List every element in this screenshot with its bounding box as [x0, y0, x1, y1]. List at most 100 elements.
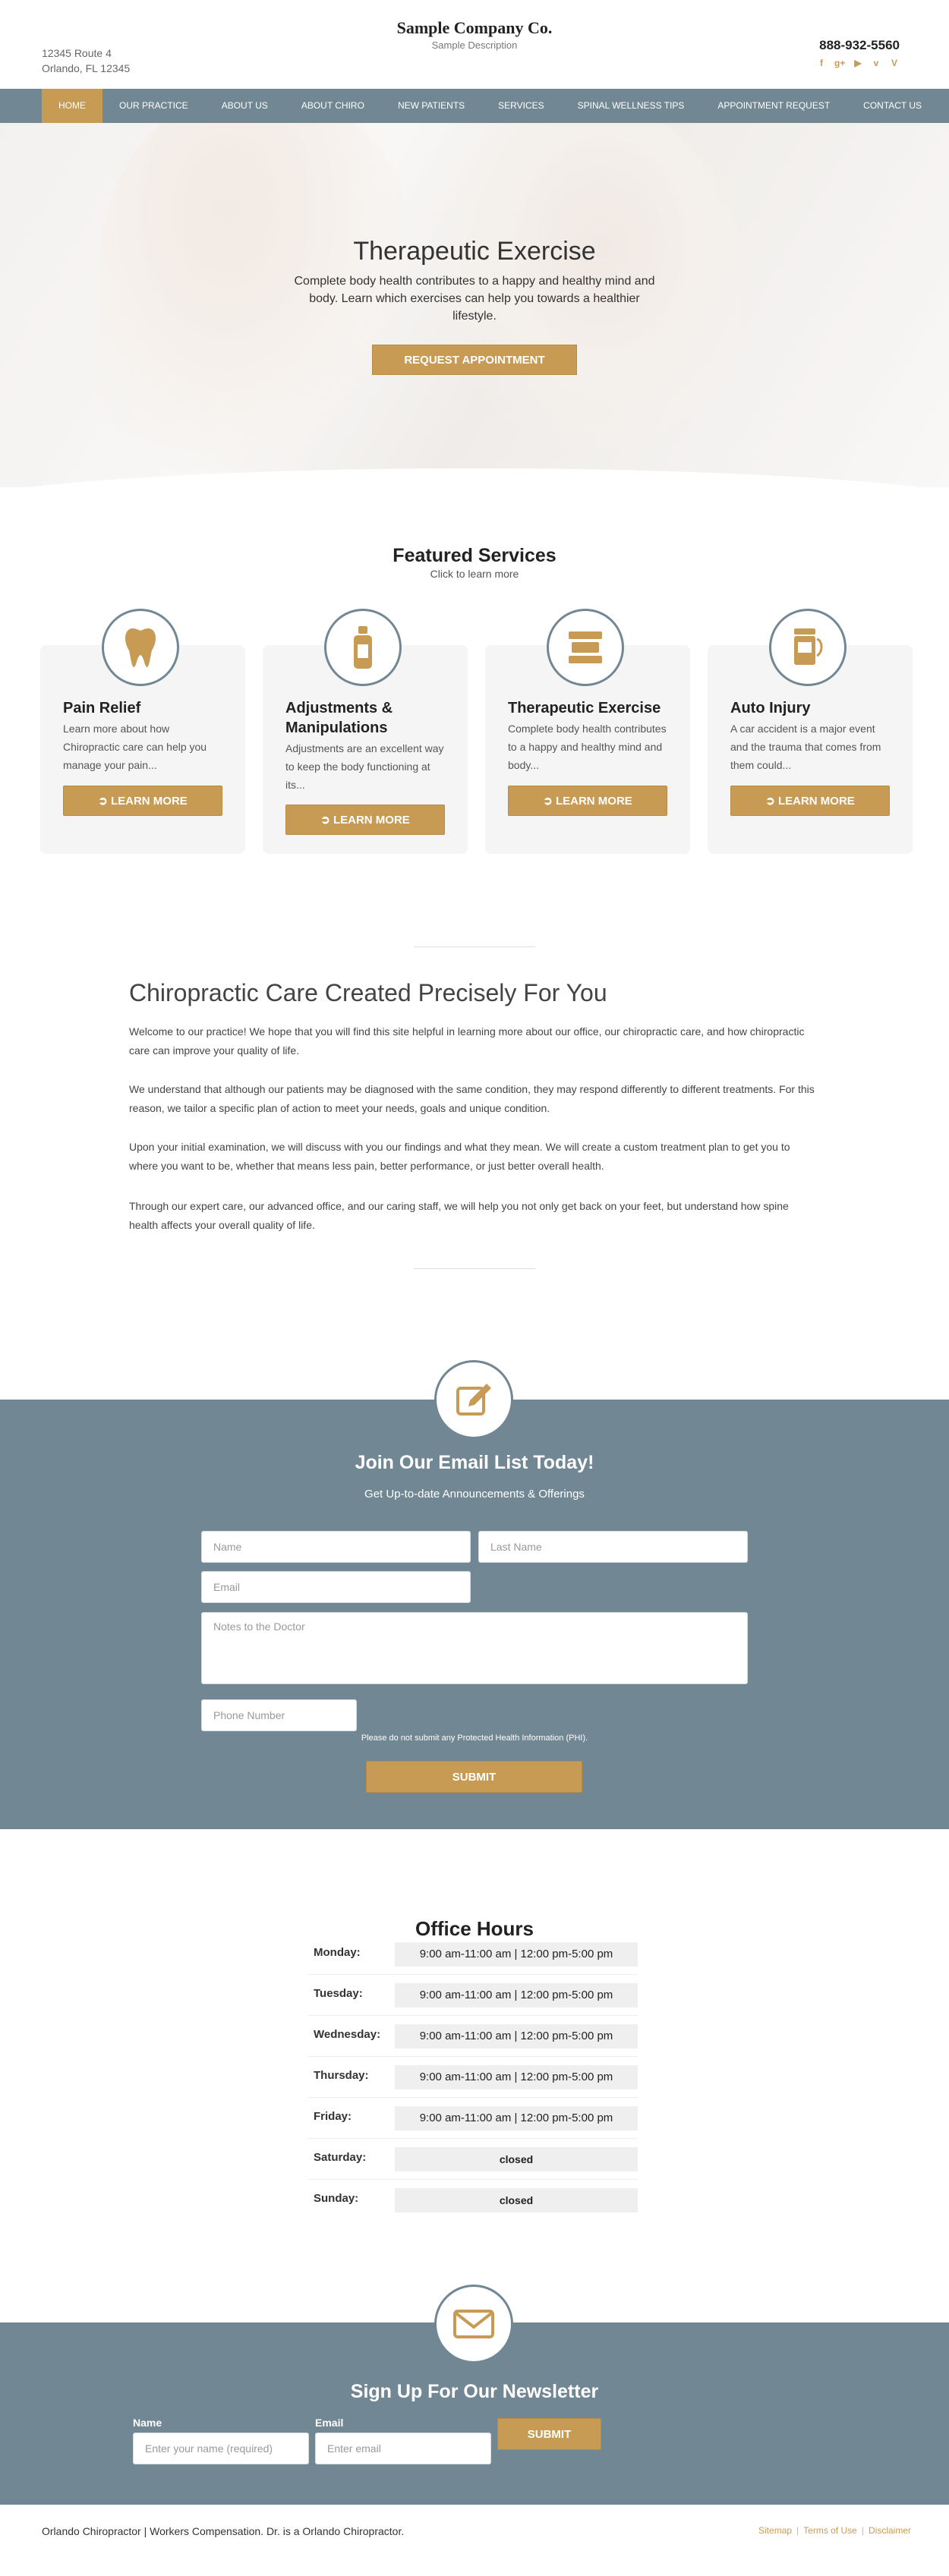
hours-day: Wednesday:: [314, 2028, 381, 2041]
content-title: Chiropractic Care Created Precisely For …: [129, 979, 607, 1006]
service-card-text: Adjustments are an excellent way to keep…: [285, 742, 444, 791]
footer-text: Orlando Chiropractor | Workers Compensat…: [42, 2525, 405, 2537]
hours-day: Tuesday:: [314, 1987, 363, 2000]
hours-times: 9:00 am-11:00 am | 12:00 pm-5:00 pm: [395, 2106, 638, 2130]
email-field[interactable]: Email: [201, 1571, 471, 1603]
company-description: Sample Description: [431, 39, 518, 51]
hours-row: Sunday: closed: [307, 2180, 638, 2221]
arrow-circle-icon: ➲: [98, 795, 111, 808]
hours-row: Saturday: closed: [307, 2139, 638, 2180]
nav-spinal-wellness-tips[interactable]: SPINAL WELLNESS TIPS: [561, 89, 702, 123]
nav-home[interactable]: HOME: [42, 89, 102, 123]
last-name-field[interactable]: Last Name: [478, 1531, 748, 1563]
hours-day: Saturday:: [314, 2151, 367, 2164]
nav-new-patients[interactable]: NEW PATIENTS: [381, 89, 481, 123]
google-plus-icon[interactable]: g+: [834, 58, 845, 68]
arrow-circle-icon: ➲: [320, 814, 333, 827]
nav-appointment-request[interactable]: APPOINTMENT REQUEST: [701, 89, 847, 123]
hours-row: Thursday: 9:00 am-11:00 am | 12:00 pm-5:0…: [307, 2057, 638, 2098]
hours-times: closed: [395, 2188, 638, 2212]
terms-of-use-link[interactable]: Terms of Use: [803, 2525, 857, 2536]
mouthwash-icon[interactable]: [769, 609, 847, 686]
nav-contact-us[interactable]: CONTACT US: [847, 89, 938, 123]
service-card-text: A car accident is a major event and the …: [730, 723, 881, 771]
brand[interactable]: Sample Company Co. Sample Description: [0, 18, 949, 51]
hours-times: 9:00 am-11:00 am | 12:00 pm-5:00 pm: [395, 1983, 638, 2008]
content-paragraph: Upon your initial examination, we will d…: [129, 1141, 790, 1172]
newsletter-name-input[interactable]: Enter your name (required): [133, 2433, 309, 2464]
service-card-title[interactable]: Auto Injury: [730, 698, 897, 718]
youtube-icon[interactable]: ▶: [853, 58, 863, 68]
hero-banner: Therapeutic Exercise Complete body healt…: [0, 123, 949, 487]
notes-field[interactable]: Notes to the Doctor: [201, 1612, 748, 1684]
content-paragraph: Welcome to our practice! We hope that yo…: [129, 1025, 805, 1057]
divider: [414, 1268, 535, 1269]
address: 12345 Route 4 Orlando, FL 12345: [42, 46, 130, 76]
address-line2: Orlando, FL 12345: [42, 62, 131, 74]
arrow-circle-icon: ➲: [543, 795, 556, 808]
newsletter-submit-button[interactable]: SUBMIT: [497, 2418, 601, 2450]
disclaimer-link[interactable]: Disclaimer: [869, 2525, 911, 2536]
service-card-text: Learn more about how Chiropractic care c…: [63, 723, 207, 771]
service-card-title[interactable]: Therapeutic Exercise: [508, 698, 675, 718]
newsletter-email-label: Email: [315, 2417, 344, 2429]
hours-day: Thursday:: [314, 2069, 369, 2082]
learn-more-button[interactable]: ➲ LEARN MORE: [508, 786, 667, 816]
company-name[interactable]: Sample Company Co.: [0, 18, 949, 38]
service-card-title[interactable]: Adjustments & Manipulations: [285, 698, 452, 738]
hero-title: Therapeutic Exercise: [353, 237, 596, 266]
content-paragraph: Through our expert care, our advanced of…: [129, 1200, 789, 1231]
phone-field[interactable]: Phone Number: [201, 1699, 357, 1731]
nav-services[interactable]: SERVICES: [481, 89, 560, 123]
hours-times: 9:00 am-11:00 am | 12:00 pm-5:00 pm: [395, 1942, 638, 1967]
service-card-text: Complete body health contributes to a ha…: [508, 723, 667, 771]
nav-our-practice[interactable]: OUR PRACTICE: [102, 89, 205, 123]
hours-day: Friday:: [314, 2110, 352, 2123]
vimeo-icon[interactable]: v: [871, 58, 881, 68]
bottle-icon[interactable]: [324, 609, 402, 686]
social-links: f g+ ▶ v V: [816, 58, 900, 68]
hours-times: closed: [395, 2147, 638, 2171]
request-appointment-button[interactable]: REQUEST APPOINTMENT: [372, 345, 577, 375]
main-nav: HOME OUR PRACTICE ABOUT US ABOUT CHIRO N…: [0, 89, 949, 123]
hours-row: Tuesday: 9:00 am-11:00 am | 12:00 pm-5:00…: [307, 1975, 638, 2016]
service-card-title[interactable]: Pain Relief: [63, 698, 230, 718]
name-field[interactable]: Name: [201, 1531, 471, 1563]
exercise-icon[interactable]: [547, 609, 624, 686]
sitemap-link[interactable]: Sitemap: [758, 2525, 792, 2536]
arrow-circle-icon: ➲: [765, 795, 778, 808]
hours-times: 9:00 am-11:00 am | 12:00 pm-5:00 pm: [395, 2065, 638, 2089]
hours-day: Monday:: [314, 1946, 361, 1959]
tooth-icon[interactable]: [102, 609, 179, 686]
nav-about-us[interactable]: ABOUT US: [205, 89, 285, 123]
edit-icon: [434, 1360, 513, 1439]
learn-more-button[interactable]: ➲ LEARN MORE: [63, 786, 222, 816]
featured-services-title: Featured Services: [393, 545, 556, 566]
email-form-subtitle: Get Up-to-date Announcements & Offerings: [364, 1488, 585, 1501]
divider: [414, 946, 535, 947]
nav-about-chiro[interactable]: ABOUT CHIRO: [285, 89, 381, 123]
newsletter-email-input[interactable]: Enter email: [315, 2433, 491, 2464]
facebook-icon[interactable]: f: [816, 58, 827, 68]
email-form-title: Join Our Email List Today!: [355, 1452, 594, 1473]
hours-times: 9:00 am-11:00 am | 12:00 pm-5:00 pm: [395, 2024, 638, 2049]
site-header: Sample Company Co. Sample Description 12…: [0, 0, 949, 89]
phi-notice: Please do not submit any Protected Healt…: [361, 1734, 588, 1743]
hours-day: Sunday:: [314, 2192, 359, 2205]
email-submit-button[interactable]: SUBMIT: [366, 1761, 582, 1793]
footer-links: Sitemap | Terms of Use | Disclaimer: [758, 2525, 911, 2536]
hours-row: Monday: 9:00 am-11:00 am | 12:00 pm-5:00 …: [307, 1934, 638, 1975]
vine-icon[interactable]: V: [889, 58, 900, 68]
learn-more-button[interactable]: ➲ LEARN MORE: [285, 805, 445, 835]
hero-text: Complete body health contributes to a ha…: [294, 275, 655, 323]
newsletter-title: Sign Up For Our Newsletter: [350, 2381, 599, 2402]
phone-number[interactable]: 888-932-5560: [819, 38, 900, 53]
address-line1: 12345 Route 4: [42, 47, 112, 59]
featured-services-subtitle: Click to learn more: [430, 568, 519, 580]
newsletter-name-label: Name: [133, 2417, 162, 2429]
learn-more-button[interactable]: ➲ LEARN MORE: [730, 786, 890, 816]
envelope-icon: [434, 2285, 513, 2363]
content-paragraph: We understand that although our patients…: [129, 1083, 815, 1114]
hours-row: Friday: 9:00 am-11:00 am | 12:00 pm-5:00 …: [307, 2098, 638, 2139]
hours-row: Wednesday: 9:00 am-11:00 am | 12:00 pm-5:…: [307, 2016, 638, 2057]
